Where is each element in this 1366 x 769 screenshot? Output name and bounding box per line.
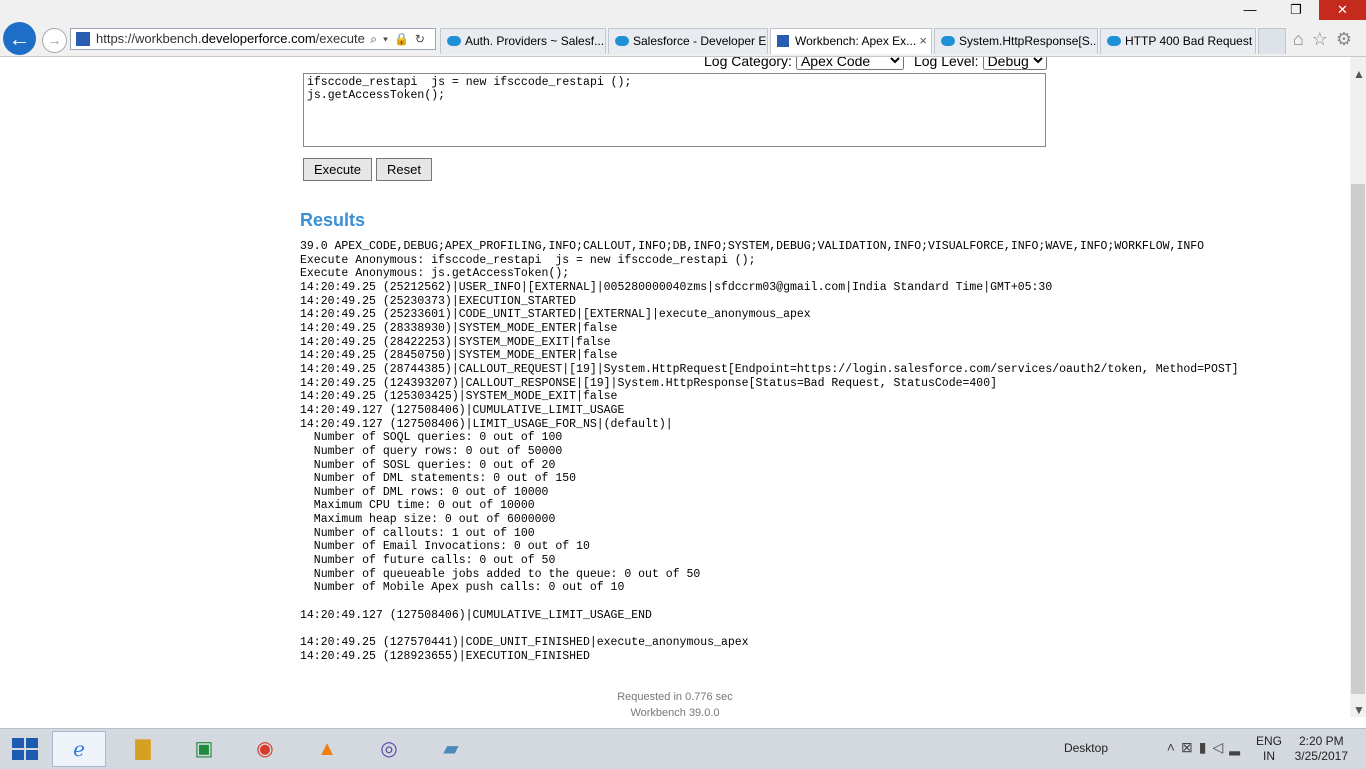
url-prefix: https://workbench. bbox=[96, 31, 202, 46]
log-category-label: Log Category: bbox=[704, 57, 792, 69]
tab-label: Salesforce - Developer E... bbox=[633, 34, 768, 48]
start-button[interactable] bbox=[12, 738, 38, 760]
taskbar: ℯ ▇ ▣ ◉ ▲ ◎ ▰ Desktop ˄⊠▮◁▂ ENG IN 2:20 P… bbox=[0, 728, 1366, 769]
volume-muted-icon[interactable]: ◁ bbox=[1212, 739, 1229, 755]
address-bar[interactable]: https://workbench.developerforce.com/exe… bbox=[70, 28, 436, 50]
close-window-button[interactable]: ✕ bbox=[1319, 0, 1366, 20]
reset-button[interactable]: Reset bbox=[376, 158, 432, 181]
results-log: 39.0 APEX_CODE,DEBUG;APEX_PROFILING,INFO… bbox=[300, 240, 1239, 663]
signal-icon[interactable]: ▂ bbox=[1229, 739, 1246, 755]
minimize-button[interactable]: — bbox=[1227, 0, 1273, 20]
log-category-select[interactable]: Apex Code bbox=[795, 57, 904, 70]
cloud-icon bbox=[941, 36, 955, 46]
address-controls[interactable]: ⌕▾🔒↻ bbox=[370, 29, 431, 49]
restore-button[interactable]: ❐ bbox=[1273, 0, 1319, 20]
url-domain: developerforce.com bbox=[201, 31, 316, 46]
tab-http-400[interactable]: HTTP 400 Bad Request bbox=[1100, 28, 1256, 54]
network-error-icon[interactable]: ⊠ bbox=[1181, 739, 1199, 755]
url-text[interactable]: https://workbench.developerforce.com/exe… bbox=[96, 29, 366, 49]
desktop-toolbar[interactable]: Desktop bbox=[1064, 741, 1108, 755]
notepad-icon[interactable]: ▰ bbox=[424, 731, 478, 767]
log-level-label: Log Level: bbox=[913, 57, 979, 69]
log-level-select[interactable]: Debug bbox=[982, 57, 1047, 70]
window-controls: — ❐ ✕ bbox=[1227, 0, 1366, 22]
tab-label: Auth. Providers ~ Salesf... bbox=[465, 34, 605, 48]
tab-label: HTTP 400 Bad Request bbox=[1125, 34, 1253, 48]
app-icon[interactable]: ◎ bbox=[362, 731, 416, 767]
cloud-icon bbox=[615, 36, 629, 46]
workbench-version: Workbench 39.0.0 bbox=[630, 707, 720, 719]
site-icon bbox=[76, 32, 90, 46]
scroll-thumb[interactable] bbox=[1351, 184, 1365, 694]
vertical-scrollbar[interactable]: ▲ ▼ bbox=[1350, 57, 1366, 717]
new-tab-button[interactable] bbox=[1258, 28, 1286, 54]
tab-label: System.HttpResponse[S... bbox=[959, 34, 1098, 48]
tab-auth-providers[interactable]: Auth. Providers ~ Salesf... bbox=[440, 28, 606, 54]
chevron-up-icon[interactable]: ˄ bbox=[1167, 739, 1181, 755]
tab-workbench[interactable]: Workbench: Apex Ex... × bbox=[770, 28, 932, 54]
results-heading: Results bbox=[300, 210, 366, 230]
tab-strip: Auth. Providers ~ Salesf... Salesforce -… bbox=[440, 28, 1286, 54]
execute-button[interactable]: Execute bbox=[303, 158, 372, 181]
chrome-icon[interactable]: ◉ bbox=[238, 731, 292, 767]
tab-httpresponse[interactable]: System.HttpResponse[S... bbox=[934, 28, 1098, 54]
scroll-down-icon[interactable]: ▼ bbox=[1353, 703, 1365, 717]
cloud-icon bbox=[447, 36, 461, 46]
vlc-icon[interactable]: ▲ bbox=[300, 731, 354, 767]
file-explorer-icon[interactable]: ▇ bbox=[116, 731, 170, 767]
language-indicator[interactable]: ENG IN bbox=[1256, 734, 1282, 764]
star-icon[interactable]: ☆ bbox=[1312, 29, 1336, 49]
clock-time: 2:20 PM bbox=[1298, 734, 1344, 748]
clock-date: 3/25/2017 bbox=[1294, 749, 1348, 763]
workbench-icon bbox=[777, 35, 789, 47]
region-code: IN bbox=[1262, 749, 1275, 763]
home-icon[interactable]: ⌂ bbox=[1293, 29, 1312, 49]
apex-code-editor[interactable]: ifsccode_restapi js = new ifsccode_resta… bbox=[303, 73, 1046, 147]
log-options: Log Category: Apex Code Log Level: Debug bbox=[704, 57, 1057, 70]
url-suffix: /execute.ph bbox=[315, 31, 366, 46]
forward-button[interactable]: → bbox=[42, 28, 67, 53]
browser-chrome: — ❐ ✕ ← → https://workbench.developerfor… bbox=[0, 0, 1366, 57]
scroll-up-icon[interactable]: ▲ bbox=[1353, 67, 1365, 81]
language-code: ENG bbox=[1255, 734, 1282, 748]
requested-time: Requested in 0.776 sec bbox=[617, 691, 733, 703]
back-button[interactable]: ← bbox=[3, 22, 36, 55]
toolbar-icons: ⌂☆⚙ bbox=[1293, 29, 1360, 50]
internet-explorer-icon[interactable]: ℯ bbox=[52, 731, 106, 767]
gear-icon[interactable]: ⚙ bbox=[1336, 29, 1360, 49]
clock[interactable]: 2:20 PM 3/25/2017 bbox=[1295, 734, 1348, 764]
tray-icons[interactable]: ˄⊠▮◁▂ bbox=[1167, 739, 1246, 756]
close-tab-icon[interactable]: × bbox=[919, 29, 927, 53]
cloud-icon bbox=[1107, 36, 1121, 46]
tab-salesforce-developer[interactable]: Salesforce - Developer E... bbox=[608, 28, 768, 54]
battery-icon[interactable]: ▮ bbox=[1199, 739, 1213, 755]
tab-label: Workbench: Apex Ex... bbox=[795, 34, 917, 48]
page-content: Log Category: Apex Code Log Level: Debug… bbox=[0, 57, 1350, 727]
store-icon[interactable]: ▣ bbox=[177, 731, 231, 767]
